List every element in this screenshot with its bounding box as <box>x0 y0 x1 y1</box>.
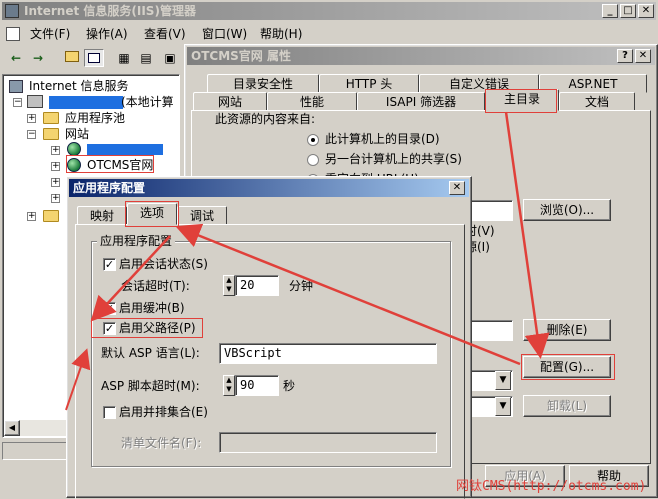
app-config-group-title: 应用程序配置 <box>97 234 176 248</box>
parent-paths-highlight <box>91 318 203 338</box>
buffering-checkbox[interactable]: ✓ <box>103 302 116 315</box>
app-config-titlebar[interactable]: 应用程序配置 <box>69 179 469 197</box>
tree-root[interactable]: Internet 信息服务 <box>29 78 128 94</box>
internet-services-icon <box>9 80 23 93</box>
menu-help[interactable]: 帮助(H) <box>254 24 308 44</box>
help-icon[interactable]: ▣ <box>160 49 180 67</box>
folder-icon <box>43 112 59 124</box>
show-tree-icon[interactable] <box>84 49 104 67</box>
session-timeout-spinner[interactable]: ▲ ▼ <box>223 275 235 296</box>
tree-item-websites[interactable]: 网站 <box>65 126 89 142</box>
main-title: Internet 信息服务(IIS)管理器 <box>24 4 196 18</box>
mmc-doc-icon <box>6 27 20 41</box>
toolbar: ← → ▦ ▤ ▣ <box>0 46 190 72</box>
radio-network-share[interactable] <box>307 154 319 166</box>
globe-icon <box>67 142 81 156</box>
tab-debugging[interactable]: 调试 <box>177 206 227 225</box>
session-state-checkbox[interactable]: ✓ <box>103 258 116 271</box>
expander-otcms[interactable]: + <box>51 162 60 171</box>
unload-button[interactable]: 卸载(L) <box>523 395 611 417</box>
expander-app-pools[interactable]: + <box>27 114 36 123</box>
radio-local-directory[interactable] <box>307 134 319 146</box>
tab-website[interactable]: 网站 <box>193 92 267 111</box>
execute-permissions-dropdown[interactable]: ▼ <box>495 371 511 390</box>
menu-window[interactable]: 窗口(W) <box>196 24 253 44</box>
radio-network-share-label[interactable]: 另一台计算机上的共享(S) <box>325 151 462 167</box>
scroll-left-button[interactable]: ◀ <box>4 420 20 436</box>
application-name-input[interactable] <box>465 320 513 341</box>
tab-directory-security[interactable]: 目录安全性 <box>207 74 319 93</box>
forward-arrow-icon[interactable]: → <box>28 49 48 67</box>
expander-site-1[interactable]: + <box>51 146 60 155</box>
app-pool-dropdown[interactable]: ▼ <box>495 397 511 416</box>
default-language-input[interactable]: VBScript <box>219 343 437 364</box>
tab-performance[interactable]: 性能 <box>267 92 357 111</box>
main-titlebar[interactable]: Internet 信息服务(IIS)管理器 <box>2 2 656 20</box>
expander-site-4[interactable]: + <box>51 194 60 203</box>
expander-websites[interactable]: − <box>27 130 36 139</box>
manifest-input[interactable] <box>219 432 437 453</box>
export-icon[interactable]: ▤ <box>136 49 156 67</box>
up-folder-icon[interactable] <box>62 49 82 67</box>
delete-button[interactable]: 删除(E) <box>523 319 611 341</box>
expander-computer[interactable]: − <box>13 98 22 107</box>
computer-suffix[interactable]: (本地计算 <box>121 94 174 110</box>
maximize-button[interactable]: □ <box>620 4 636 18</box>
properties-icon[interactable]: ▦ <box>114 49 134 67</box>
home-directory-tab-highlight <box>485 89 557 113</box>
session-timeout-unit: 分钟 <box>289 279 314 293</box>
iis-app-icon <box>5 4 19 18</box>
configure-button-highlight <box>521 354 615 380</box>
watermark: 网钛CMS(http://otcms.com) <box>456 479 647 494</box>
local-path-input[interactable] <box>465 200 513 221</box>
tab-http-headers[interactable]: HTTP 头 <box>319 74 419 93</box>
app-config-close-button[interactable]: ✕ <box>449 181 465 195</box>
default-language-label: 默认 ASP 语言(L): <box>101 346 200 360</box>
app-config-title: 应用程序配置 <box>73 181 146 195</box>
properties-title: OTCMS官网 属性 <box>191 49 291 63</box>
buffering-label[interactable]: 启用缓冲(B) <box>119 300 185 316</box>
tab-mappings[interactable]: 映射 <box>77 206 127 225</box>
session-timeout-label: 会话超时(T): <box>121 279 190 293</box>
otcms-highlight-box <box>66 155 154 173</box>
script-timeout-input[interactable]: 90 <box>235 375 279 396</box>
session-timeout-input[interactable]: 20 <box>235 275 279 296</box>
site-name-redacted <box>87 144 163 155</box>
session-state-label[interactable]: 启用会话状态(S) <box>119 256 208 272</box>
minimize-button[interactable]: _ <box>602 4 618 18</box>
side-by-side-label[interactable]: 启用并排集合(E) <box>119 404 208 420</box>
close-button[interactable]: ✕ <box>638 4 654 18</box>
properties-close-button[interactable]: ✕ <box>635 49 651 63</box>
expander-folder-bottom[interactable]: + <box>27 212 36 221</box>
manifest-label: 清单文件名(F): <box>121 436 202 450</box>
computer-icon <box>27 95 43 108</box>
side-by-side-checkbox[interactable] <box>103 406 116 419</box>
tree-item-app-pools[interactable]: 应用程序池 <box>65 110 125 126</box>
menu-view[interactable]: 查看(V) <box>138 24 192 44</box>
expander-site-3[interactable]: + <box>51 178 60 187</box>
computer-name-redacted <box>49 96 123 109</box>
options-tab-highlight <box>125 201 179 227</box>
folder-icon <box>43 210 59 222</box>
browse-button[interactable]: 浏览(O)... <box>523 199 611 221</box>
properties-help-button[interactable]: ? <box>617 49 633 63</box>
tab-isapi-filters[interactable]: ISAPI 筛选器 <box>357 92 485 111</box>
script-timeout-label: ASP 脚本超时(M): <box>101 379 200 393</box>
content-source-label: 此资源的内容来自: <box>215 112 316 126</box>
folder-icon <box>43 128 59 140</box>
radio-local-directory-label[interactable]: 此计算机上的目录(D) <box>325 131 440 147</box>
menu-action[interactable]: 操作(A) <box>80 24 134 44</box>
app-config-dialog: 应用程序配置 ✕ 映射 选项 调试 应用程序配置 ✓ 启用会话状态(S) 会话超… <box>66 176 472 499</box>
menu-file[interactable]: 文件(F) <box>24 24 76 44</box>
menu-bar: 文件(F) 操作(A) 查看(V) 窗口(W) 帮助(H) <box>0 24 658 44</box>
tab-documents[interactable]: 文档 <box>559 92 635 111</box>
script-timeout-unit: 秒 <box>283 379 296 393</box>
properties-titlebar[interactable]: OTCMS官网 属性 <box>187 47 655 65</box>
script-timeout-spinner[interactable]: ▲ ▼ <box>223 375 235 396</box>
back-arrow-icon[interactable]: ← <box>6 49 26 67</box>
